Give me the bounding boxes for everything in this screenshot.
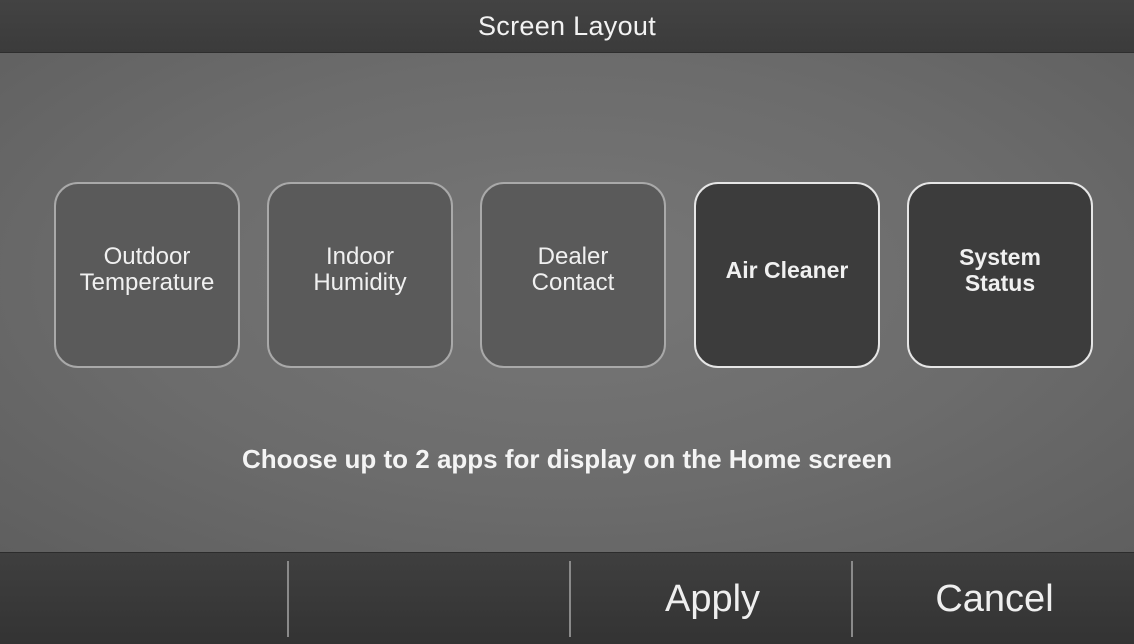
instruction-text: Choose up to 2 apps for display on the H…	[241, 444, 893, 474]
app-tile-label: Dealer Contact	[531, 243, 615, 296]
app-tile-air-cleaner[interactable]: Air Cleaner	[694, 182, 880, 368]
title-bar: Screen Layout	[0, 0, 1134, 53]
app-tiles: Outdoor Temperature Indoor Humidity Deal…	[0, 182, 1134, 372]
empty-slot-button-2[interactable]	[289, 553, 572, 644]
cancel-button[interactable]: Cancel	[853, 553, 1134, 644]
app-tile-label: Outdoor Temperature	[79, 243, 215, 296]
app-tile-label: Air Cleaner	[725, 257, 849, 283]
app-tile-system-status[interactable]: System Status	[907, 182, 1093, 368]
app-tile-label: Indoor Humidity	[313, 243, 407, 296]
app-tile-indoor-humidity[interactable]: Indoor Humidity	[267, 182, 453, 368]
apply-button[interactable]: Apply	[571, 553, 854, 644]
page-title: Screen Layout	[477, 10, 656, 41]
app-tile-label: System Status	[959, 244, 1041, 296]
app-tile-dealer-contact[interactable]: Dealer Contact	[480, 182, 666, 368]
bottom-action-bar: Apply Cancel	[0, 552, 1134, 644]
thermostat-screen: Screen Layout Outdoor Temperature Indoor…	[0, 0, 1134, 644]
app-tile-outdoor-temperature[interactable]: Outdoor Temperature	[54, 182, 240, 368]
empty-slot-button-1[interactable]	[0, 553, 283, 644]
content-area: Outdoor Temperature Indoor Humidity Deal…	[0, 53, 1134, 552]
